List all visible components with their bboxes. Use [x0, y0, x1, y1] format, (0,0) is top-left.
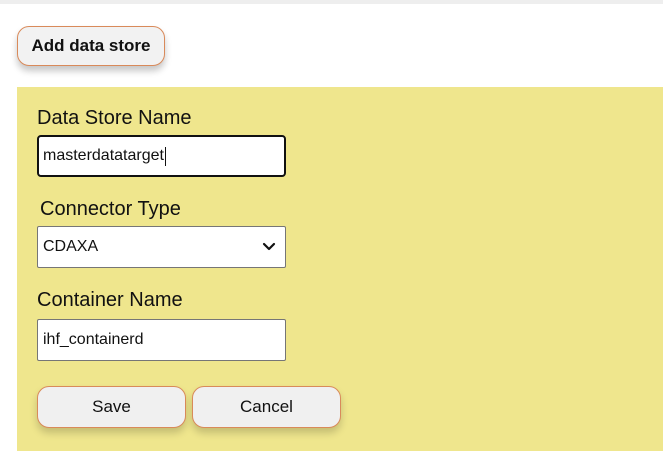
data-store-form: Data Store Name masterdatatarget Connect…: [17, 87, 663, 451]
container-name-input[interactable]: ihf_containerd: [37, 319, 286, 361]
container-name-value: ihf_containerd: [43, 331, 144, 348]
add-data-store-button[interactable]: Add data store: [17, 26, 165, 66]
container-name-label: Container Name: [37, 289, 183, 311]
data-store-name-input[interactable]: masterdatatarget: [37, 135, 286, 177]
data-store-name-label: Data Store Name: [37, 107, 192, 129]
cancel-button[interactable]: Cancel: [192, 386, 341, 428]
connector-type-label: Connector Type: [40, 198, 181, 220]
save-button[interactable]: Save: [37, 386, 186, 428]
text-cursor: [164, 146, 166, 166]
chevron-down-icon: [262, 240, 276, 254]
connector-type-select[interactable]: CDAXA: [37, 226, 286, 268]
data-store-name-value: masterdatatarget: [43, 147, 164, 164]
connector-type-selected-value: CDAXA: [43, 238, 99, 255]
top-border: [0, 0, 663, 4]
